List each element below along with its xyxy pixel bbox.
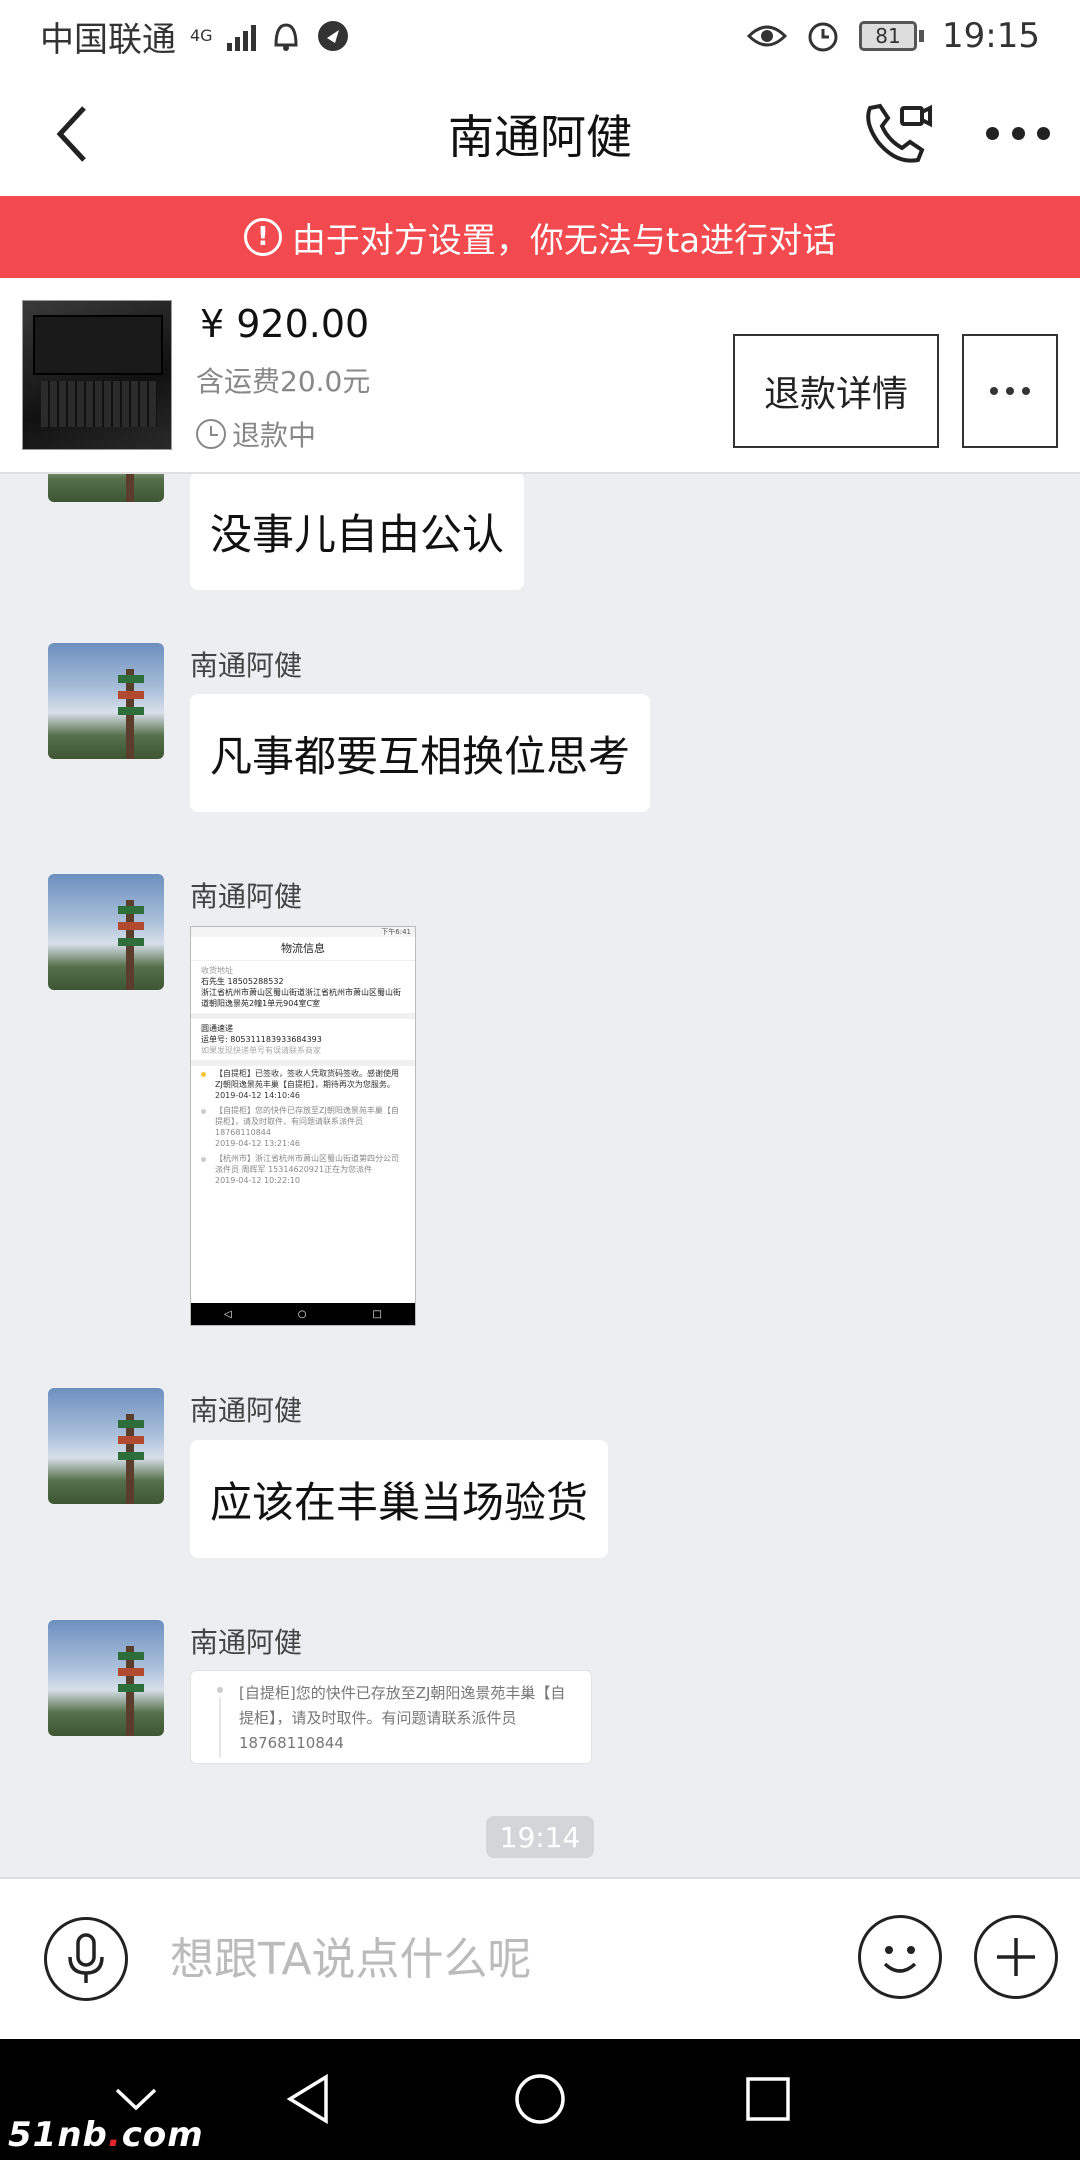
- banner-text: 由于对方设置，你无法与ta进行对话: [291, 220, 837, 261]
- chevron-left-icon: [56, 106, 86, 162]
- circle-home-icon: [515, 2074, 565, 2124]
- sender-avatar[interactable]: [48, 1388, 164, 1504]
- eye-icon: [747, 25, 788, 47]
- sender-name: 南通阿健: [190, 880, 303, 913]
- nav-back-button[interactable]: [268, 2059, 348, 2139]
- sender-avatar[interactable]: [48, 474, 164, 502]
- screenshot-courier: 圆通速递: [201, 1024, 233, 1033]
- refund-status-label: 退款中: [232, 419, 317, 452]
- chat-area[interactable]: 没事儿自由公认 南通阿健 凡事都要互相换位思考 南通阿健 下午6:41 物流信息…: [0, 474, 1080, 1877]
- battery-icon: 81: [859, 21, 925, 51]
- screenshot-navbar: ◁ ○ □: [191, 1303, 415, 1325]
- tracking-event: 【杭州市】浙江省杭州市萧山区蜀山街道第四分公司派件员 周辉军 153146209…: [191, 1151, 415, 1188]
- screenshot-receiver: 石先生 18505288532: [201, 977, 284, 986]
- notification-icon: [274, 23, 298, 51]
- product-thumbnail[interactable]: [22, 300, 172, 450]
- tracking-event: 【自提柜】已签收，签收人凭取货码签收。感谢使用ZJ朝阳逸景苑丰巢【自提柜】，期待…: [191, 1066, 415, 1103]
- timeline-dot-icon: [217, 1687, 223, 1693]
- input-bar: [0, 1877, 1080, 2039]
- sender-name: 南通阿健: [190, 1626, 303, 1659]
- voice-input-button[interactable]: [44, 1917, 128, 2001]
- message-input[interactable]: [170, 1921, 810, 1997]
- order-shipping: 含运费20.0元: [196, 365, 371, 398]
- signal-icon: [226, 21, 256, 51]
- clock-icon: [196, 419, 226, 449]
- screenshot-address: 浙江省杭州市萧山区蜀山街道浙江省杭州市萧山区蜀山街道朝阳逸景苑2幢1单元904室…: [201, 988, 401, 1008]
- microphone-icon: [68, 1933, 104, 1983]
- screenshot-hint: 如果发现快递单号有误请联系商家: [201, 1046, 321, 1055]
- card-text: [自提柜]您的快件已存放至ZJ朝阳逸景苑丰巢【自提柜】，请及时取件。有问题请联系…: [239, 1684, 566, 1752]
- screenshot-address-label: 收货地址: [201, 966, 233, 975]
- screenshot-title: 物流信息: [191, 937, 415, 961]
- call-button[interactable]: [862, 98, 934, 170]
- screenshot-status: 下午6:41: [191, 927, 415, 937]
- more-options-button[interactable]: [986, 118, 1050, 148]
- alarm-icon: [808, 22, 838, 52]
- video-call-icon: [866, 103, 932, 163]
- message-bubble[interactable]: 凡事都要互相换位思考: [190, 694, 651, 812]
- carrier-label: 中国联通: [40, 19, 176, 60]
- smiley-icon: [883, 1946, 917, 1973]
- network-type: 4G: [190, 26, 213, 45]
- status-bar: 中国联通 4G 81 19:15: [0, 0, 1080, 72]
- square-recents-icon: [746, 2077, 790, 2121]
- battery-level: 81: [859, 21, 918, 51]
- message-bubble[interactable]: 没事儿自由公认: [190, 474, 525, 590]
- sender-name: 南通阿健: [190, 1394, 303, 1427]
- logistics-card-message[interactable]: [自提柜]您的快件已存放至ZJ朝阳逸景苑丰巢【自提柜】，请及时取件。有问题请联系…: [190, 1670, 592, 1764]
- emoji-button[interactable]: [858, 1915, 942, 1999]
- triangle-back-icon: [286, 2073, 328, 2125]
- sender-avatar[interactable]: [48, 874, 164, 990]
- screenshot-tracking: 运单号: 805311183933684393: [201, 1035, 322, 1044]
- warning-icon: !: [243, 218, 282, 256]
- clock-time: 19:15: [942, 16, 1040, 56]
- sender-name: 南通阿健: [190, 649, 303, 682]
- plus-icon: [997, 1938, 1035, 1976]
- sender-avatar[interactable]: [48, 1620, 164, 1736]
- order-more-button[interactable]: [962, 334, 1058, 448]
- order-card: ¥ 920.00 含运费20.0元 退款中 退款详情: [0, 278, 1080, 474]
- tracking-event: 【自提柜】您的快件已存放至ZJ朝阳逸景苑丰巢【自提柜】，请及时取件，有问题请联系…: [191, 1103, 415, 1151]
- order-price: ¥ 920.00: [200, 302, 370, 346]
- add-attachment-button[interactable]: [974, 1915, 1058, 1999]
- refund-status: 退款中: [196, 414, 316, 454]
- chat-header: 南通阿健: [0, 72, 1080, 196]
- message-bubble[interactable]: 应该在丰巢当场验货: [190, 1440, 609, 1558]
- sender-avatar[interactable]: [48, 643, 164, 759]
- blocked-banner: ! 由于对方设置，你无法与ta进行对话: [0, 196, 1080, 278]
- nav-recents-button[interactable]: [728, 2059, 808, 2139]
- image-message[interactable]: 下午6:41 物流信息 收货地址 石先生 18505288532 浙江省杭州市萧…: [190, 926, 416, 1326]
- nav-home-button[interactable]: [500, 2059, 580, 2139]
- refund-details-button[interactable]: 退款详情: [733, 334, 939, 448]
- timestamp-chip: 19:14: [486, 1816, 594, 1858]
- app-notification-icon: [317, 21, 348, 51]
- back-button[interactable]: [50, 102, 110, 166]
- watermark-logo: 51nb.com: [8, 2115, 204, 2155]
- system-nav-bar: 51nb.com: [0, 2039, 1080, 2160]
- chevron-down-icon: [115, 2088, 157, 2111]
